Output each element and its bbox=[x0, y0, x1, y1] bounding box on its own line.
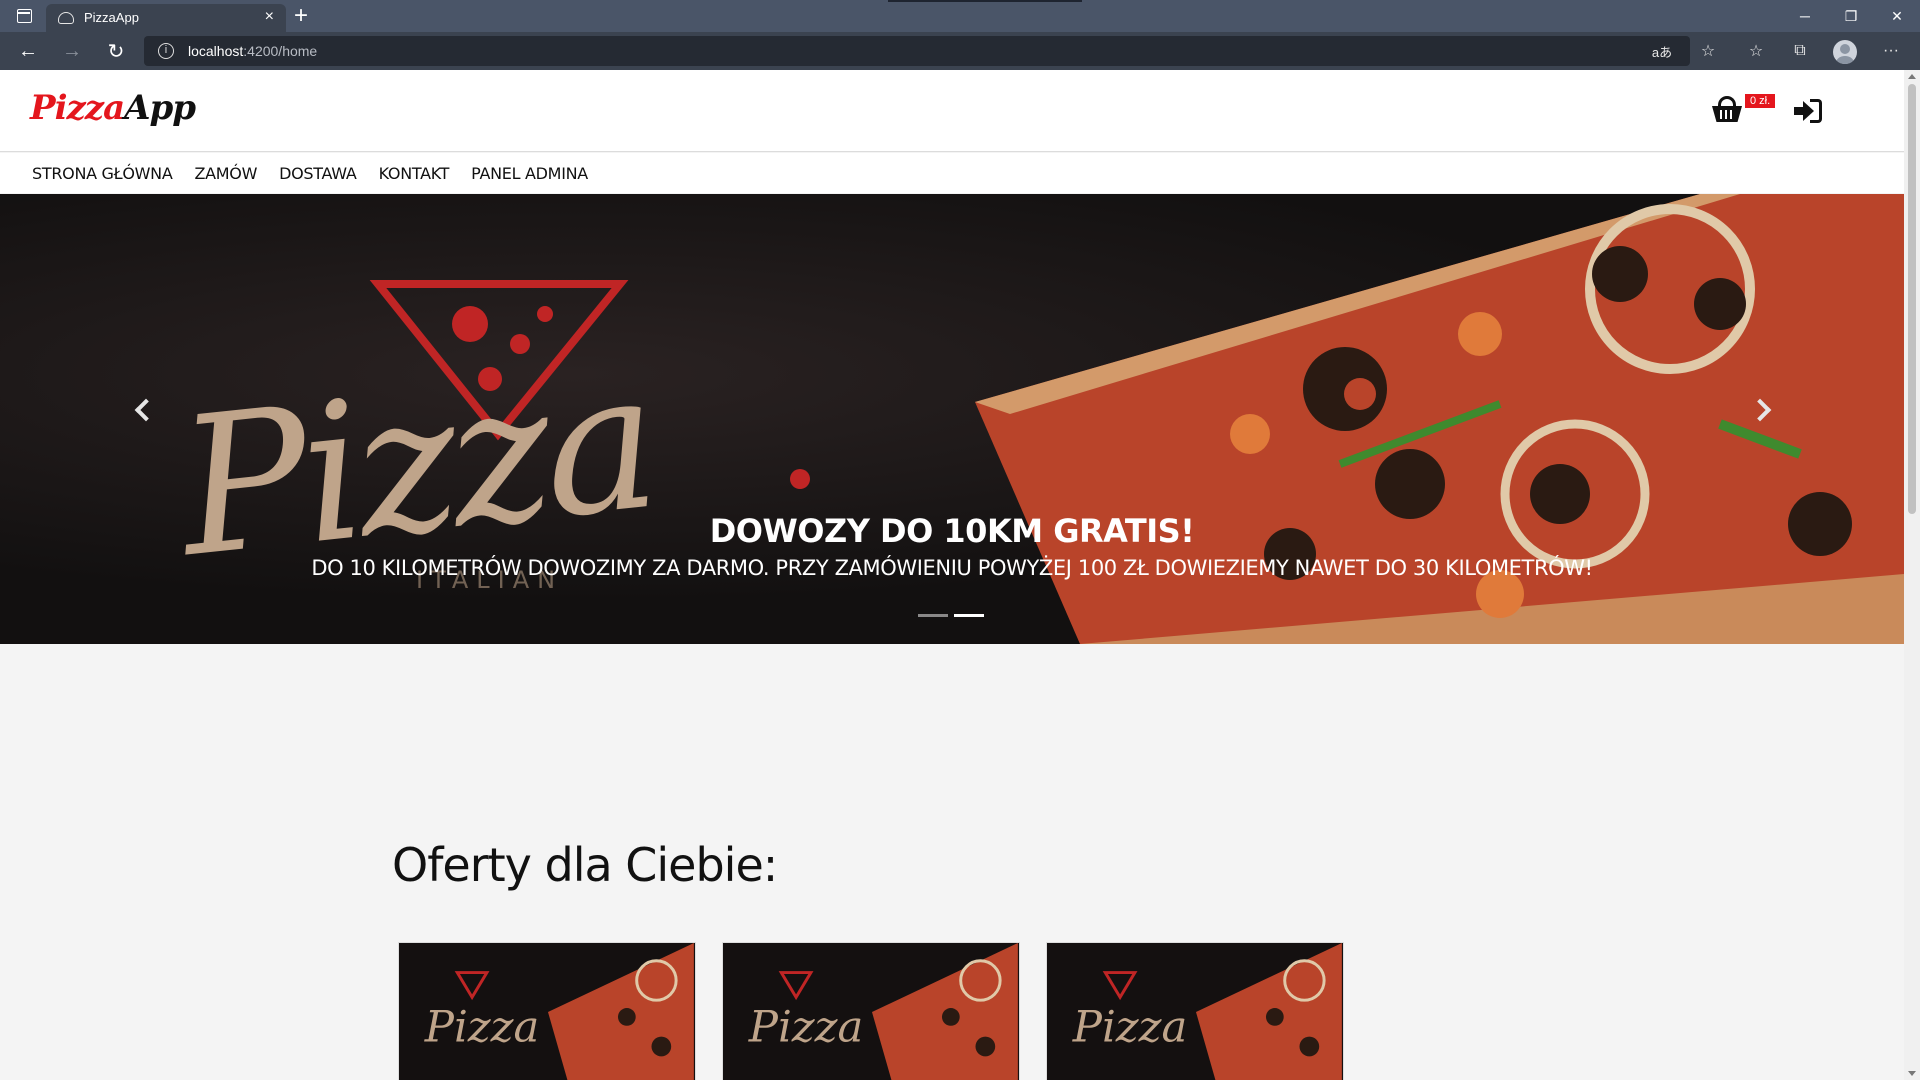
close-window-button[interactable]: ✕ bbox=[1874, 0, 1920, 32]
profile-avatar[interactable] bbox=[1833, 40, 1857, 64]
browser-tab[interactable]: PizzaApp × bbox=[46, 4, 286, 32]
forward-button[interactable]: → bbox=[58, 38, 86, 64]
basket-icon[interactable] bbox=[1712, 96, 1742, 124]
nav-delivery[interactable]: DOSTAWA bbox=[279, 164, 357, 183]
hero-carousel: Pizza ITALIAN DOWOZY DO 10KM GRATIS! DO … bbox=[0, 194, 1904, 644]
carousel-indicators bbox=[918, 614, 984, 617]
main-nav: STRONA GŁÓWNA ZAMÓW DOSTAWA KONTAKT PANE… bbox=[0, 153, 1904, 193]
browser-tab-bar: PizzaApp × + ─ ❐ ✕ bbox=[0, 0, 1920, 32]
site-header: PizzaApp 0 zł. bbox=[0, 70, 1904, 152]
carousel-indicator-2[interactable] bbox=[954, 614, 984, 617]
offers-heading: Oferty dla Ciebie: bbox=[392, 838, 778, 892]
offer-card-image: Pizza bbox=[1047, 943, 1343, 1080]
carousel-indicator-1[interactable] bbox=[918, 614, 948, 617]
page-scrollbar[interactable] bbox=[1904, 70, 1920, 1080]
offer-card-image: Pizza bbox=[399, 943, 695, 1080]
nav-home[interactable]: STRONA GŁÓWNA bbox=[32, 164, 173, 183]
read-aloud-icon[interactable]: aあ bbox=[1648, 38, 1676, 64]
url-text[interactable]: localhost:4200/home bbox=[188, 43, 317, 59]
back-button[interactable]: ← bbox=[14, 38, 42, 64]
minimize-button[interactable]: ─ bbox=[1782, 0, 1828, 32]
restore-button[interactable]: ❐ bbox=[1828, 0, 1874, 32]
site-info-icon[interactable]: i bbox=[158, 43, 174, 59]
carousel-caption-text: DO 10 KILOMETRÓW DOWOZIMY ZA DARMO. PRZY… bbox=[311, 556, 1593, 580]
window-controls: ─ ❐ ✕ bbox=[1782, 0, 1920, 32]
carousel-caption-title: DOWOZY DO 10KM GRATIS! bbox=[709, 512, 1195, 550]
tab-drag-indicator bbox=[888, 0, 1082, 2]
sidebar-toggle-icon[interactable] bbox=[10, 6, 38, 26]
scroll-down-icon[interactable] bbox=[1908, 1071, 1916, 1076]
refresh-button[interactable]: ↻ bbox=[102, 38, 130, 64]
nav-admin-panel[interactable]: PANEL ADMINA bbox=[471, 164, 588, 183]
cart-total-badge: 0 zł. bbox=[1745, 94, 1776, 108]
nav-order[interactable]: ZAMÓW bbox=[194, 164, 257, 183]
address-bar[interactable]: i localhost:4200/home aあ bbox=[144, 36, 1690, 66]
url-path: :4200/home bbox=[243, 43, 318, 59]
pizza-favicon-icon bbox=[58, 12, 74, 24]
pizzaapp-logo[interactable]: PizzaApp bbox=[30, 88, 196, 128]
new-tab-button[interactable]: + bbox=[294, 2, 308, 30]
browser-toolbar: ← → ↻ i localhost:4200/home aあ ☆ ☆ ⧉ ··· bbox=[0, 32, 1920, 70]
logo-part-pizza: Pizza bbox=[30, 88, 125, 128]
svg-text:Pizza: Pizza bbox=[1072, 1003, 1188, 1053]
svg-text:Pizza: Pizza bbox=[748, 1003, 864, 1053]
close-tab-icon[interactable]: × bbox=[265, 8, 274, 26]
favorites-icon[interactable]: ☆ bbox=[1742, 38, 1770, 64]
more-menu-icon[interactable]: ··· bbox=[1877, 38, 1905, 64]
sign-in-icon[interactable] bbox=[1794, 99, 1822, 123]
svg-text:Pizza: Pizza bbox=[424, 1003, 540, 1053]
page-content: PizzaApp 0 zł. STRONA GŁÓWNA ZAMÓW DOSTA… bbox=[0, 70, 1904, 1080]
scrollbar-thumb[interactable] bbox=[1908, 84, 1916, 514]
offer-card[interactable]: Pizza bbox=[398, 942, 696, 1080]
collections-icon[interactable]: ⧉ bbox=[1786, 38, 1814, 64]
offer-card[interactable]: Pizza bbox=[1046, 942, 1344, 1080]
offer-card-image: Pizza bbox=[723, 943, 1019, 1080]
tab-title: PizzaApp bbox=[84, 10, 139, 25]
nav-contact[interactable]: KONTAKT bbox=[379, 164, 450, 183]
offer-card[interactable]: Pizza bbox=[722, 942, 1020, 1080]
scroll-up-icon[interactable] bbox=[1908, 74, 1916, 79]
add-favorite-icon[interactable]: ☆ bbox=[1694, 38, 1722, 64]
url-host: localhost bbox=[188, 43, 244, 59]
logo-part-app: App bbox=[124, 88, 196, 128]
